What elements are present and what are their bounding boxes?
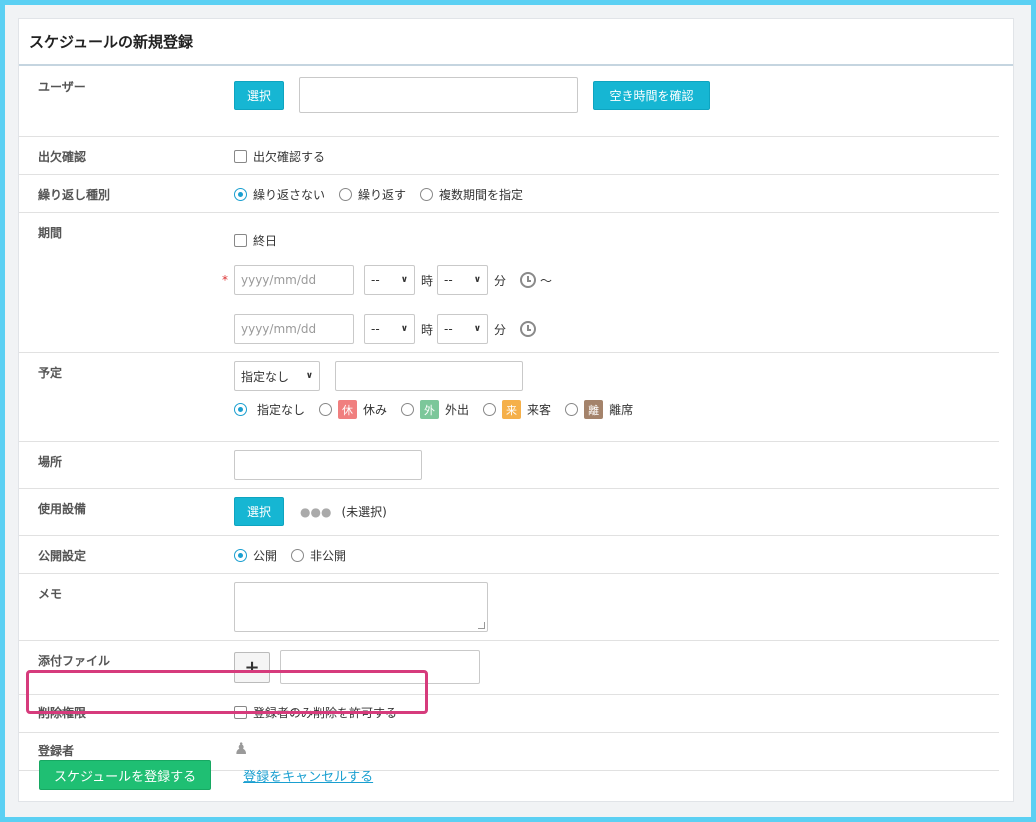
chevron-down-icon: ∨ [400,324,408,334]
place-input[interactable] [234,450,422,480]
repeat-option-multi-period[interactable]: 複数期間を指定 [420,186,523,203]
chevron-down-icon: ∨ [473,324,482,334]
cancel-link[interactable]: 登録をキャンセルする [243,766,373,785]
repeat-radio-multi-period[interactable] [420,188,434,201]
label-user: ユーザー [38,80,86,94]
equipment-select-button[interactable]: 選択 [234,497,285,526]
allday-label: 終日 [253,234,278,248]
row-publish: 公開設定 公開 非公開 [19,536,999,574]
resize-grip-icon[interactable] [478,622,485,629]
submit-schedule-button[interactable]: スケジュールを登録する [39,760,212,790]
repeat-radio-none[interactable] [234,188,247,201]
repeat-option-none[interactable]: 繰り返さない [234,186,325,203]
start-date-input[interactable]: yyyy/mm/dd [234,265,354,295]
publish-option-private[interactable]: 非公開 [291,547,346,564]
hour-unit: 時 [421,322,434,337]
plan-title-input[interactable] [335,361,523,391]
form-actions: スケジュールを登録する 登録をキャンセルする [39,760,373,790]
plan-option-leave[interactable]: 休休み [319,400,387,419]
row-equipment: 使用設備 選択 ●●● (未選択) [19,489,999,536]
label-registrant: 登録者 [38,744,75,758]
end-hour-select[interactable]: -- ∨ [364,314,415,344]
label-memo: メモ [38,587,63,601]
label-equipment: 使用設備 [38,502,87,516]
row-user: ユーザー 選択 空き時間を確認 [19,66,999,137]
clock-icon[interactable] [520,272,537,288]
plan-option-out[interactable]: 外外出 [401,400,469,419]
minute-unit: 分 [494,322,507,337]
label-attendance: 出欠確認 [38,150,87,164]
hour-unit: 時 [421,273,434,288]
plan-radio-none[interactable] [234,403,247,416]
row-memo: メモ [19,574,999,641]
minute-unit: 分 [494,273,507,288]
memo-textarea[interactable] [234,582,488,632]
label-publish: 公開設定 [38,549,87,563]
chevron-down-icon: ∨ [305,371,313,381]
plan-option-away[interactable]: 離離席 [565,400,633,419]
label-attachment: 添付ファイル [38,654,111,668]
plan-radio-out[interactable] [401,403,415,416]
user-select-button[interactable]: 選択 [234,80,285,110]
plan-radio-leave[interactable] [319,403,333,416]
repeat-option-repeat[interactable]: 繰り返す [339,186,406,203]
chevron-down-icon: ∨ [400,275,408,285]
user-input[interactable] [299,77,579,113]
equipment-icon: ●●● [300,504,332,519]
label-repeat: 繰り返し種別 [38,188,111,202]
highlight-box [26,670,428,714]
plan-type-select[interactable]: 指定なし ∨ [234,361,320,391]
row-plan: 予定 指定なし ∨ 指定なし 休休み 外外出 来来客 離離席 [19,353,999,442]
label-place: 場所 [38,455,63,469]
end-minute-select[interactable]: -- ∨ [437,314,489,344]
row-attendance: 出欠確認 出欠確認する [19,137,999,175]
start-minute-select[interactable]: -- ∨ [437,265,489,295]
check-free-time-button[interactable]: 空き時間を確認 [593,80,711,110]
row-repeat: 繰り返し種別 繰り返さない 繰り返す 複数期間を指定 [19,175,999,213]
equipment-status: (未選択) [341,505,387,519]
row-period: 期間 終日 * yyyy/mm/dd -- ∨ 時 -- ∨ 分 ～ yyyy/mm… [19,213,999,353]
plan-radio-away[interactable] [565,403,579,416]
required-mark: * [222,273,228,287]
plan-radio-visitor[interactable] [483,403,497,416]
page-title: スケジュールの新規登録 [19,19,1013,66]
row-place: 場所 [19,442,999,489]
publish-radio-public[interactable] [234,549,247,562]
attendance-checkbox[interactable] [234,150,247,163]
range-separator: ～ [540,273,553,288]
publish-radio-private[interactable] [291,549,305,562]
label-period: 期間 [38,226,63,240]
label-plan: 予定 [38,366,63,380]
leave-tag: 休 [338,400,358,419]
out-tag: 外 [420,400,440,419]
clock-icon[interactable] [520,321,537,337]
allday-checkbox[interactable] [234,234,247,247]
plan-option-none[interactable]: 指定なし [234,401,305,418]
attendance-checkbox-label: 出欠確認する [253,150,326,164]
user-avatar-icon: ♟ [234,739,249,758]
start-hour-select[interactable]: -- ∨ [364,265,415,295]
repeat-radio-repeat[interactable] [339,188,353,201]
chevron-down-icon: ∨ [473,275,482,285]
visitor-tag: 来 [502,400,522,419]
publish-option-public[interactable]: 公開 [234,547,277,564]
end-date-input[interactable]: yyyy/mm/dd [234,314,354,344]
away-tag: 離 [584,400,604,419]
plan-option-visitor[interactable]: 来来客 [483,400,551,419]
